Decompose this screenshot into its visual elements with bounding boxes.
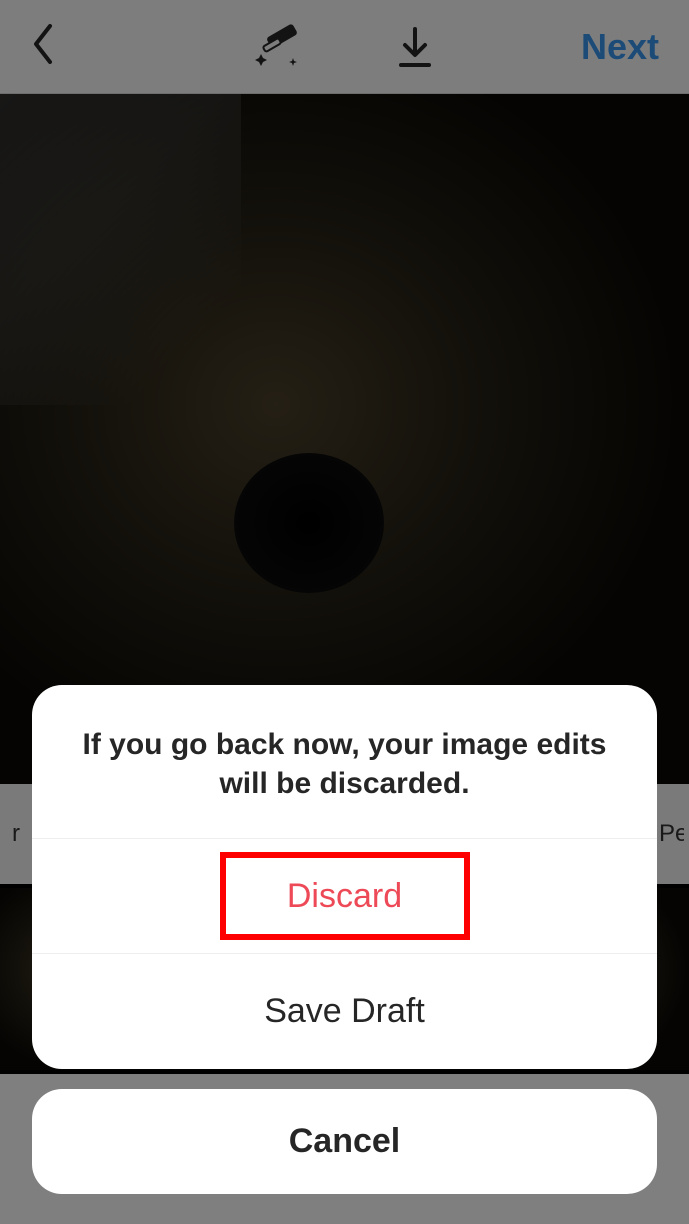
action-sheet: If you go back now, your image edits wil…	[32, 685, 657, 1194]
tutorial-highlight-box	[220, 852, 470, 940]
cancel-button[interactable]: Cancel	[32, 1089, 657, 1194]
cancel-label: Cancel	[289, 1122, 401, 1161]
action-sheet-main: If you go back now, your image edits wil…	[32, 685, 657, 1069]
action-sheet-message: If you go back now, your image edits wil…	[32, 685, 657, 839]
save-draft-label: Save Draft	[264, 992, 425, 1031]
save-draft-button[interactable]: Save Draft	[32, 954, 657, 1069]
discard-button[interactable]: Discard	[32, 839, 657, 954]
